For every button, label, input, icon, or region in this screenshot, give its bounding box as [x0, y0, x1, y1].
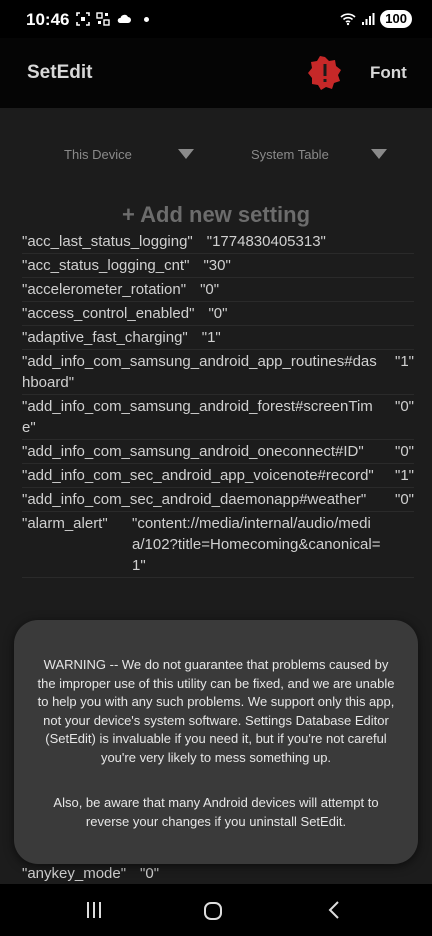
status-left-icons — [76, 12, 149, 26]
setting-row[interactable]: "accelerometer_rotation" "0" — [22, 278, 414, 302]
setting-row[interactable]: "add_info_com_samsung_android_forest#scr… — [22, 395, 414, 440]
signal-icon — [362, 13, 375, 25]
setting-row[interactable]: "adaptive_fast_charging" "1" — [22, 326, 414, 350]
setting-value: "30" — [203, 257, 231, 274]
setting-value: "0" — [395, 491, 414, 508]
recent-apps-icon[interactable] — [86, 901, 102, 919]
setting-key: "access_control_enabled" — [22, 305, 195, 322]
device-dropdown[interactable]: This Device — [64, 140, 194, 168]
cloud-icon — [117, 14, 131, 23]
setting-key: "add_info_com_sec_android_app_voicenote#… — [22, 467, 374, 484]
setting-row[interactable]: "acc_last_status_logging" "1774830405313… — [22, 230, 414, 254]
status-right-icons: 100 — [340, 10, 412, 28]
setting-key: "add_info_com_sec_android_daemonapp#weat… — [22, 491, 367, 508]
settings-list: "acc_last_status_logging" "1774830405313… — [22, 230, 414, 578]
setting-row[interactable]: "add_info_com_sec_android_daemonapp#weat… — [22, 488, 414, 512]
setting-value: "0" — [395, 398, 414, 415]
chevron-down-icon — [371, 149, 387, 159]
status-time: 10:46 — [26, 10, 70, 29]
setting-key: "acc_status_logging_cnt" — [22, 257, 190, 274]
setting-value: "1774830405313" — [206, 233, 326, 250]
warning-icon[interactable] — [308, 56, 342, 90]
screenshot-icon — [76, 12, 90, 26]
status-bar: 10:46 100 — [0, 0, 432, 38]
setting-row[interactable]: "add_info_com_samsung_android_app_routin… — [22, 350, 414, 395]
add-setting-button[interactable]: + Add new setting — [0, 202, 432, 228]
setting-row[interactable]: "anykey_mode" "0" — [22, 862, 159, 884]
chevron-down-icon — [178, 149, 194, 159]
battery-level: 100 — [380, 10, 412, 28]
setting-row[interactable]: "alarm_alert" "content://media/internal/… — [22, 512, 414, 578]
table-dropdown[interactable]: System Table — [251, 140, 391, 168]
font-button[interactable]: Font — [370, 63, 407, 83]
setting-value: "1" — [201, 329, 221, 346]
setting-row[interactable]: "acc_status_logging_cnt" "30" — [22, 254, 414, 278]
setting-key: "accelerometer_rotation" — [22, 281, 187, 298]
setting-key: "alarm_alert" — [22, 515, 108, 532]
warning-note: Also, be aware that many Android devices… — [53, 795, 379, 829]
app-title: SetEdit — [27, 62, 93, 83]
setting-value: "1" — [395, 353, 414, 370]
device-dropdown-label: This Device — [64, 146, 132, 162]
wifi-icon — [340, 13, 356, 26]
setting-row[interactable]: "add_info_com_sec_android_app_voicenote#… — [22, 464, 414, 488]
qr-icon — [96, 12, 110, 26]
nav-bar — [0, 884, 432, 936]
setting-key: "anykey_mode" — [22, 865, 127, 882]
setting-value: "1" — [395, 467, 414, 484]
setting-key: "add_info_com_samsung_android_app_routin… — [22, 353, 377, 391]
app-bar: SetEdit Font — [0, 38, 432, 108]
setting-value: "0" — [200, 281, 220, 298]
back-icon[interactable] — [328, 900, 340, 920]
notification-dot-icon — [144, 16, 149, 22]
setting-key: "adaptive_fast_charging" — [22, 329, 188, 346]
setting-value: "content://media/internal/audio/media/10… — [132, 515, 381, 574]
table-dropdown-label: System Table — [251, 146, 329, 162]
setting-key: "add_info_com_samsung_android_oneconnect… — [22, 443, 364, 460]
warning-dialog[interactable]: WARNING -- We do not guarantee that prob… — [14, 620, 418, 864]
setting-key: "add_info_com_samsung_android_forest#scr… — [22, 398, 373, 436]
home-icon[interactable] — [203, 901, 223, 921]
setting-value: "0" — [395, 443, 414, 460]
setting-key: "acc_last_status_logging" — [22, 233, 193, 250]
setting-value: "0" — [140, 865, 160, 882]
setting-row[interactable]: "add_info_com_samsung_android_oneconnect… — [22, 440, 414, 464]
warning-text: WARNING -- We do not guarantee that prob… — [37, 657, 395, 765]
setting-value: "0" — [208, 305, 228, 322]
setting-row[interactable]: "access_control_enabled" "0" — [22, 302, 414, 326]
